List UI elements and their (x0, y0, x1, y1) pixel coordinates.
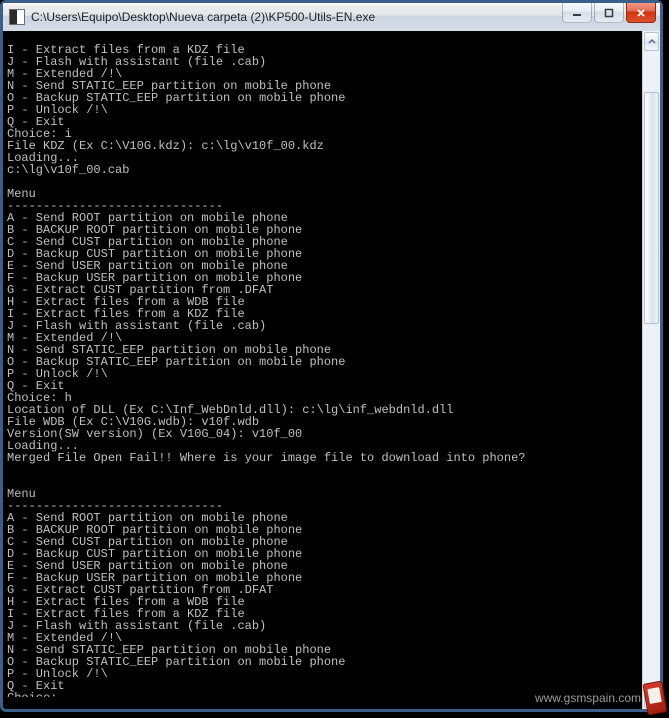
minimize-icon (572, 8, 582, 18)
scrollbar-track[interactable] (643, 52, 660, 688)
app-icon (9, 9, 25, 25)
watermark: www.gsmspain.com (535, 682, 665, 714)
close-icon (636, 8, 646, 18)
scrollbar-thumb[interactable] (644, 92, 659, 324)
chevron-up-icon (648, 38, 656, 46)
watermark-text: www.gsmspain.com (535, 691, 641, 705)
terminal-output[interactable]: I - Extract files from a KDZ file J - Fl… (3, 43, 642, 697)
phone-icon (642, 681, 667, 716)
maximize-button[interactable] (594, 3, 624, 23)
titlebar[interactable]: C:\Users\Equipo\Desktop\Nueva carpeta (2… (3, 3, 660, 31)
scroll-up-button[interactable] (644, 32, 659, 51)
close-button[interactable] (626, 3, 656, 23)
window-title: C:\Users\Equipo\Desktop\Nueva carpeta (2… (31, 10, 375, 24)
minimize-button[interactable] (562, 3, 592, 23)
maximize-icon (604, 8, 614, 18)
client-area: I - Extract files from a KDZ file J - Fl… (3, 31, 660, 709)
window-controls (562, 3, 660, 25)
app-window: C:\Users\Equipo\Desktop\Nueva carpeta (2… (0, 0, 663, 712)
vertical-scrollbar[interactable] (642, 31, 660, 709)
